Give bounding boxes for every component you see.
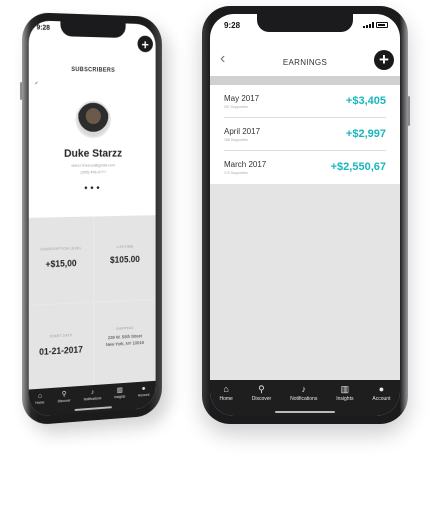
stats-grid: Subscription Level +$15,00 Lifetime $105… xyxy=(28,215,156,392)
tab-label: Notifications xyxy=(83,396,102,402)
tab-label: Insights xyxy=(114,394,126,400)
list-item[interactable]: March 2017 170 Supporters +$2,550,67 xyxy=(224,151,386,184)
stat-shipping: Shipping 239 W. 56th Street New York, NY… xyxy=(93,299,156,388)
bar-chart-icon: ▥ xyxy=(116,386,123,395)
phone-earnings: 9:28 ‹ EARNINGS + May 2017 287 Supporter… xyxy=(202,6,410,424)
status-icons xyxy=(363,22,388,28)
tab-label: Home xyxy=(219,396,233,402)
stat-start-date: Start Date 01-21-2017 xyxy=(28,302,93,392)
stat-value: +$15,00 xyxy=(45,258,77,270)
tab-bar: ⌂ Home ⚲ Discover ♪ Notifications ▥ Insi… xyxy=(210,380,400,416)
tab-discover[interactable]: ⚲ Discover xyxy=(251,384,272,403)
earning-supporters: 287 Supporters xyxy=(224,105,248,109)
subscribers-screen: 9:28 + SUBSCRIBERS ‹ Duke Starzz starzz.… xyxy=(28,20,156,418)
tab-notifications[interactable]: ♪ Notifications xyxy=(83,388,102,402)
notch xyxy=(60,21,126,39)
tab-insights[interactable]: ▥ Insights xyxy=(114,387,125,399)
page-title: EARNINGS xyxy=(282,58,328,67)
list-item[interactable]: May 2017 287 Supporters +$3,405 xyxy=(224,85,386,118)
home-icon: ⌂ xyxy=(37,392,42,400)
tab-discover[interactable]: ⚲ Discover xyxy=(58,391,71,404)
earning-supporters: 170 Supporters xyxy=(224,171,248,175)
home-indicator xyxy=(275,411,335,413)
signal-icon xyxy=(363,22,374,28)
stat-label: Shipping xyxy=(116,325,134,331)
earnings-list: May 2017 287 Supporters +$3,405 April 20… xyxy=(210,85,400,184)
list-item[interactable]: April 2017 188 Supporters +$2,997 xyxy=(224,118,386,151)
notch xyxy=(257,14,353,32)
tab-account[interactable]: ● Account xyxy=(372,384,391,403)
add-button[interactable]: + xyxy=(374,50,394,70)
volume-button xyxy=(20,81,22,100)
earning-amount: +$3,405 xyxy=(345,95,386,107)
stat-value: $105.00 xyxy=(110,254,140,265)
tab-notifications[interactable]: ♪ Notifications xyxy=(290,384,318,403)
earnings-panel: May 2017 287 Supporters +$3,405 April 20… xyxy=(210,76,400,380)
earning-month: May 2017 xyxy=(224,94,260,103)
tab-label: Account xyxy=(372,396,391,402)
stat-value: 01-21-2017 xyxy=(39,344,83,357)
stat-label: Start Date xyxy=(49,332,73,338)
search-icon: ⚲ xyxy=(258,384,265,394)
status-time: 9:28 xyxy=(224,21,241,30)
tab-home[interactable]: ⌂ Home xyxy=(219,384,233,403)
bell-icon: ♪ xyxy=(90,388,95,397)
earning-supporters: 188 Supporters xyxy=(224,138,248,142)
status-time: 9:28 xyxy=(36,24,50,32)
page-title: SUBSCRIBERS xyxy=(71,67,116,74)
earnings-screen: 9:28 ‹ EARNINGS + May 2017 287 Supporter… xyxy=(210,14,400,416)
tab-insights[interactable]: ▥ Insights xyxy=(336,384,354,403)
search-icon: ⚲ xyxy=(61,390,67,399)
tab-label: Notifications xyxy=(290,396,318,402)
stat-lifetime: Lifetime $105.00 xyxy=(93,215,156,302)
phone-subscribers: 9:28 + SUBSCRIBERS ‹ Duke Starzz starzz.… xyxy=(20,12,162,426)
tab-label: Account xyxy=(137,392,150,398)
profile-card: Duke Starzz starzz.thesoul@gmail.com (30… xyxy=(28,84,156,218)
avatar[interactable] xyxy=(75,100,111,139)
home-indicator xyxy=(74,406,112,412)
stat-label: Lifetime xyxy=(116,244,134,250)
profile-name: Duke Starzz xyxy=(64,147,123,160)
tab-account[interactable]: ● Account xyxy=(138,385,149,397)
add-button[interactable]: + xyxy=(137,35,153,53)
tab-home[interactable]: ⌂ Home xyxy=(35,392,44,405)
earning-amount: +$2,550,67 xyxy=(330,161,386,173)
tab-label: Home xyxy=(35,400,45,406)
earning-month: March 2017 xyxy=(224,160,267,169)
tab-label: Discover xyxy=(251,396,272,402)
profile-phone: (305) 456-0777 xyxy=(80,169,107,175)
stat-label: Subscription Level xyxy=(40,246,82,252)
earning-month: April 2017 xyxy=(224,127,261,136)
tab-label: Discover xyxy=(57,398,71,404)
tab-label: Insights xyxy=(336,396,354,402)
battery-icon xyxy=(376,22,388,28)
profile-email: starzz.thesoul@gmail.com xyxy=(71,162,116,168)
more-options-icon[interactable]: ••• xyxy=(29,182,156,194)
bell-icon: ♪ xyxy=(301,384,306,394)
mockup-stage: 9:28 + SUBSCRIBERS ‹ Duke Starzz starzz.… xyxy=(0,0,446,507)
power-button xyxy=(408,96,410,126)
earning-amount: +$2,997 xyxy=(345,128,386,140)
person-icon: ● xyxy=(378,384,385,394)
divider xyxy=(210,76,400,85)
stat-subscription-level: Subscription Level +$15,00 xyxy=(28,216,93,305)
home-icon: ⌂ xyxy=(223,384,229,394)
person-icon: ● xyxy=(141,385,146,393)
bar-chart-icon: ▥ xyxy=(340,384,350,394)
